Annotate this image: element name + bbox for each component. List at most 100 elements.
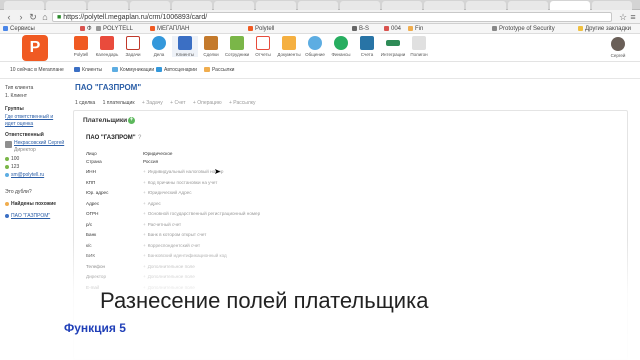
email-link[interactable]: sm@polytell.ru (5, 172, 44, 178)
bookmark-item[interactable]: 004 (384, 24, 401, 34)
link-payer[interactable]: 1 плательщик (103, 100, 135, 106)
reload-icon[interactable]: ↻ (28, 12, 38, 22)
module-integrations[interactable]: Интеграции (380, 36, 406, 57)
add-field-icon: + (143, 222, 146, 227)
tasks-icon (126, 36, 140, 50)
back-icon[interactable]: ‹ (4, 12, 14, 22)
clients-icon (178, 36, 192, 50)
avatar (611, 37, 625, 51)
browser-tab[interactable] (508, 1, 548, 10)
subnav-autoscenarios[interactable]: Автосценарии (156, 62, 197, 79)
add-task-link[interactable]: + Задачу (142, 100, 163, 106)
add-operation-link[interactable]: + Операцию (193, 100, 222, 106)
browser-tab[interactable] (340, 1, 380, 10)
employees-icon (230, 36, 244, 50)
found-similar-label: Найдены похожие (5, 201, 56, 207)
mouse-cursor-icon: ➤ (214, 167, 221, 176)
phone-2[interactable]: 123 (5, 164, 19, 170)
browser-tab[interactable] (256, 1, 296, 10)
bookmark-icon (352, 25, 357, 31)
responsible-name[interactable]: Некрасовский Сергей (14, 140, 64, 146)
home-icon[interactable]: ⌂ (40, 12, 50, 22)
responsible-role: Директор (14, 147, 36, 153)
group-link[interactable]: Где ответственный и (5, 114, 53, 120)
add-field-icon: + (143, 190, 146, 195)
add-mailing-link[interactable]: + Рассылку (229, 100, 256, 106)
add-field-icon: + (143, 169, 146, 174)
module-documents[interactable]: Документы (276, 36, 302, 57)
payers-title: Плательщики (83, 117, 128, 124)
browser-tab[interactable] (592, 1, 632, 10)
module-invoices[interactable]: Счета (354, 36, 380, 57)
bookmark-item[interactable]: Prototype of Security (492, 24, 555, 34)
payer-company-name[interactable]: ПАО "ГАЗПРОМ" (86, 135, 136, 141)
client-type-value[interactable]: 1. Клиент (5, 93, 27, 99)
mailing-icon (204, 67, 210, 73)
integrations-icon (386, 40, 400, 46)
app-header: P Polytell Календарь Задачи Дела Клиенты… (0, 34, 640, 62)
calendar-icon (100, 36, 114, 50)
browser-tab[interactable] (46, 1, 86, 10)
forward-icon[interactable]: › (16, 12, 26, 22)
similar-client-link[interactable]: ПАО "ГАЗПРОМ" (5, 213, 50, 219)
browser-tab[interactable] (466, 1, 506, 10)
megaplan-logo[interactable]: P (22, 35, 48, 61)
bookmark-item[interactable]: Ф (80, 24, 92, 34)
client-type-label: Тип клиента (5, 85, 34, 91)
online-now-link[interactable]: 10 сейчас в Мегаплане (10, 62, 64, 79)
add-payer-button[interactable]: + (128, 117, 135, 124)
browser-tab[interactable] (88, 1, 128, 10)
help-icon[interactable]: ? (138, 135, 141, 141)
screen: ‹ › ↻ ⌂ ■ https://polytell.megaplan.ru/cr… (0, 0, 640, 360)
subnav-clients[interactable]: Клиенты (74, 62, 102, 79)
lock-icon: ■ (57, 14, 62, 21)
bookmark-folder[interactable]: Другие закладки (578, 24, 631, 34)
bookmark-item[interactable]: МЕГАПЛАН (150, 24, 189, 34)
module-tasks[interactable]: Задачи (120, 36, 146, 57)
phone-1[interactable]: 100 (5, 156, 19, 162)
finance-icon (334, 36, 348, 50)
bookmark-icon (492, 25, 497, 31)
module-sdelki[interactable]: Сделки (198, 36, 224, 57)
module-polygon[interactable]: Полигон (406, 36, 432, 57)
bookmark-item[interactable]: Polytell (248, 24, 274, 34)
browser-tab[interactable] (214, 1, 254, 10)
clock-icon (152, 36, 166, 50)
module-polytell[interactable]: Polytell (68, 36, 94, 57)
warning-icon (5, 201, 9, 206)
add-field-icon: + (143, 180, 146, 185)
bookmark-item[interactable]: Сервисы (3, 24, 35, 34)
module-finance[interactable]: Финансы (328, 36, 354, 57)
browser-tab[interactable] (298, 1, 338, 10)
email-icon (5, 172, 9, 177)
browser-tab[interactable] (130, 1, 170, 10)
module-communication[interactable]: Общение (302, 36, 328, 57)
menu-icon[interactable]: ≡ (628, 12, 638, 22)
user-menu[interactable]: Сергей (608, 37, 628, 58)
browser-tab[interactable] (424, 1, 464, 10)
url-input[interactable]: ■ https://polytell.megaplan.ru/crm/100689… (52, 12, 612, 22)
module-reports[interactable]: Отчеты (250, 36, 276, 57)
apps-icon (3, 25, 8, 31)
address-bar-row: ‹ › ↻ ⌂ ■ https://polytell.megaplan.ru/cr… (0, 10, 640, 24)
bookmark-item[interactable]: POLYTELL (96, 24, 133, 34)
group-link[interactable]: идет оценка (5, 121, 33, 127)
module-employees[interactable]: Сотрудники (224, 36, 250, 57)
communications-icon (112, 67, 118, 73)
add-invoice-link[interactable]: + Счет (170, 100, 185, 106)
browser-tab[interactable] (172, 1, 212, 10)
module-clients[interactable]: Клиенты (172, 36, 198, 57)
browser-tab-active[interactable] (550, 1, 590, 10)
bookmark-icon (80, 25, 85, 31)
browser-tab[interactable] (382, 1, 422, 10)
browser-tab[interactable] (4, 1, 44, 10)
polytell-icon (74, 36, 88, 50)
subnav-communications[interactable]: Коммуникации (112, 62, 154, 79)
module-calendar[interactable]: Календарь (94, 36, 120, 57)
subnav-mailings[interactable]: Рассылки (204, 62, 234, 79)
module-deals[interactable]: Дела (146, 36, 172, 57)
link-deal[interactable]: 1 сделка (75, 100, 95, 106)
bookmark-item[interactable]: Fin (408, 24, 423, 34)
bookmark-item[interactable]: B-S (352, 24, 369, 34)
star-icon[interactable]: ☆ (618, 12, 628, 22)
